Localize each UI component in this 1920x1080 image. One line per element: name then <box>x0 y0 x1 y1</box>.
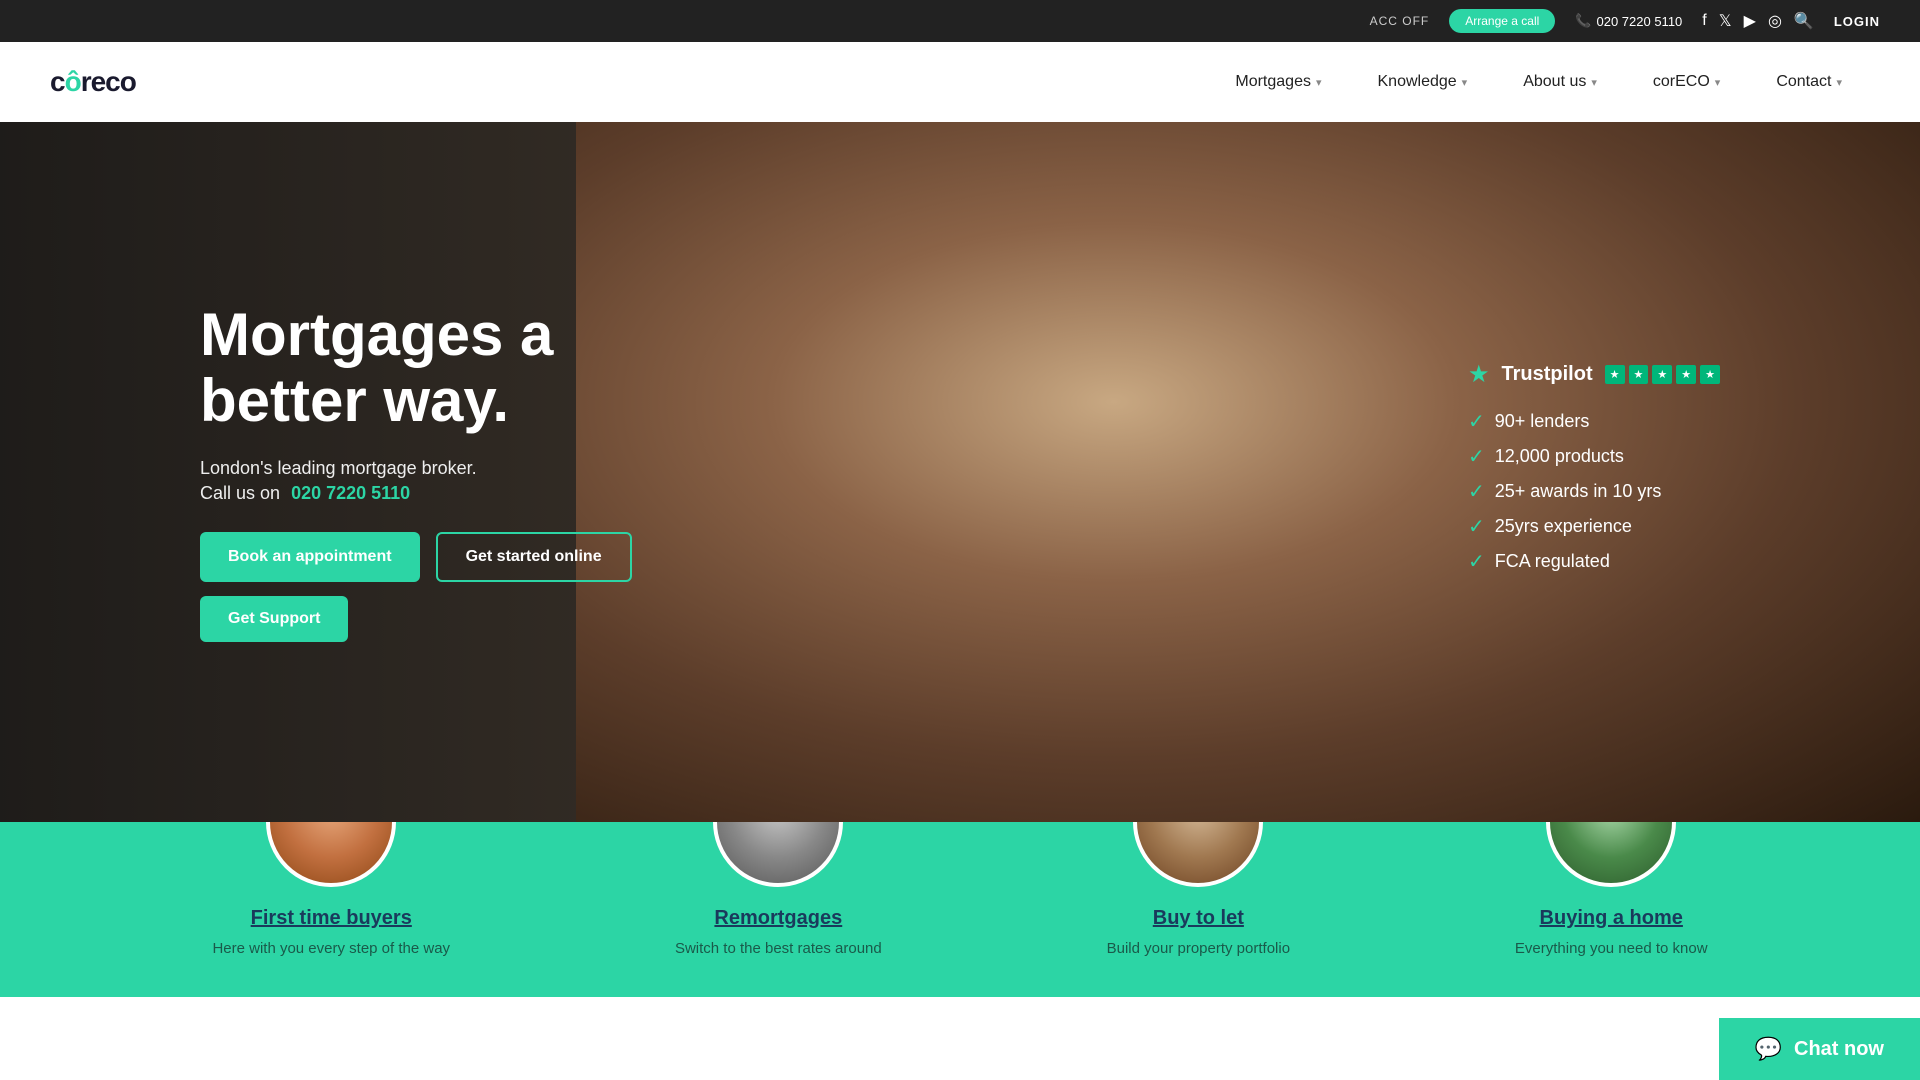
book-appointment-button[interactable]: Book an appointment <box>200 532 420 582</box>
star-1: ★ <box>1605 365 1625 384</box>
nav-contact[interactable]: Contact ▾ <box>1748 42 1870 122</box>
trust-item-experience: ✓ 25yrs experience <box>1468 514 1720 539</box>
top-bar: ACC OFF Arrange a call 📞 020 7220 5110 f… <box>0 0 1920 42</box>
facebook-icon[interactable]: f <box>1702 12 1706 30</box>
star-3: ★ <box>1652 365 1672 384</box>
check-icon: ✓ <box>1468 514 1485 539</box>
chevron-down-icon: ▾ <box>1316 76 1322 89</box>
chevron-down-icon: ▾ <box>1462 76 1468 89</box>
get-support-button[interactable]: Get Support <box>200 596 348 642</box>
instagram-icon[interactable]: ◎ <box>1768 11 1782 31</box>
hero-call-us: Call us on 020 7220 5110 <box>200 483 640 504</box>
trust-item-fca: ✓ FCA regulated <box>1468 549 1720 574</box>
hero-buttons-row1: Book an appointment Get started online <box>200 532 640 582</box>
category-buy-to-let[interactable]: Buy to let Build your property portfolio <box>1107 822 1290 957</box>
main-nav: côreco Mortgages ▾ Knowledge ▾ About us … <box>0 42 1920 122</box>
nav-coreco[interactable]: corECO ▾ <box>1625 42 1748 122</box>
arrange-call-button[interactable]: Arrange a call <box>1449 9 1555 33</box>
star-5: ★ <box>1700 365 1720 384</box>
logo-c: c <box>50 66 65 97</box>
nav-knowledge[interactable]: Knowledge ▾ <box>1350 42 1496 122</box>
get-started-button[interactable]: Get started online <box>436 532 632 582</box>
check-icon: ✓ <box>1468 479 1485 504</box>
trust-item-products: ✓ 12,000 products <box>1468 444 1720 469</box>
hero-buttons-row2: Get Support <box>200 596 640 642</box>
login-button[interactable]: LOGIN <box>1834 14 1880 29</box>
chat-widget[interactable]: 💬 Chat now <box>1719 1018 1920 1080</box>
categories-section: First time buyers Here with you every st… <box>0 822 1920 997</box>
buying-home-title: Buying a home <box>1540 907 1683 930</box>
twitter-icon[interactable]: 𝕏 <box>1719 11 1732 31</box>
trust-item-awards: ✓ 25+ awards in 10 yrs <box>1468 479 1720 504</box>
star-2: ★ <box>1629 365 1649 384</box>
first-time-buyers-title: First time buyers <box>251 907 412 930</box>
trustpilot-star-icon: ★ <box>1468 360 1490 389</box>
trustpilot-row: ★ Trustpilot ★ ★ ★ ★ ★ <box>1468 360 1720 389</box>
acc-off-label: ACC OFF <box>1370 14 1430 28</box>
top-phone: 📞 020 7220 5110 <box>1575 13 1682 29</box>
logo[interactable]: côreco <box>50 66 136 98</box>
check-icon: ✓ <box>1468 549 1485 574</box>
trustpilot-stars: ★ ★ ★ ★ ★ <box>1605 365 1720 384</box>
category-remortgages[interactable]: Remortgages Switch to the best rates aro… <box>675 822 882 957</box>
youtube-icon[interactable]: ▶ <box>1744 11 1756 31</box>
buy-to-let-title: Buy to let <box>1153 907 1244 930</box>
nav-links: Mortgages ▾ Knowledge ▾ About us ▾ corEC… <box>1207 42 1870 122</box>
category-first-time-buyers[interactable]: First time buyers Here with you every st… <box>212 822 450 957</box>
category-buying-home[interactable]: Buying a home Everything you need to kno… <box>1515 822 1708 957</box>
chevron-down-icon: ▾ <box>1715 76 1721 89</box>
hero-phone[interactable]: 020 7220 5110 <box>291 483 410 503</box>
remortgages-desc: Switch to the best rates around <box>675 940 882 957</box>
trustpilot-label: Trustpilot <box>1502 363 1593 386</box>
chat-label: Chat now <box>1794 1038 1884 1061</box>
trust-item-lenders: ✓ 90+ lenders <box>1468 409 1720 434</box>
hero-subtitle: London's leading mortgage broker. <box>200 458 640 479</box>
hero-section: Mortgages a better way. London's leading… <box>0 122 1920 822</box>
remortgages-title: Remortgages <box>714 907 842 930</box>
logo-text: côreco <box>50 66 136 98</box>
chat-icon: 💬 <box>1755 1036 1782 1062</box>
check-icon: ✓ <box>1468 444 1485 469</box>
check-icon: ✓ <box>1468 409 1485 434</box>
hero-title: Mortgages a better way. <box>200 302 640 434</box>
nav-about-us[interactable]: About us ▾ <box>1495 42 1625 122</box>
buying-home-desc: Everything you need to know <box>1515 940 1708 957</box>
nav-mortgages[interactable]: Mortgages ▾ <box>1207 42 1349 122</box>
buy-to-let-desc: Build your property portfolio <box>1107 940 1290 957</box>
first-time-buyers-desc: Here with you every step of the way <box>212 940 450 957</box>
social-icons: f 𝕏 ▶ ◎ 🔍 <box>1702 11 1814 31</box>
star-4: ★ <box>1676 365 1696 384</box>
hero-content: Mortgages a better way. London's leading… <box>0 302 700 642</box>
trust-panel: ★ Trustpilot ★ ★ ★ ★ ★ ✓ 90+ lenders ✓ 1… <box>1468 360 1720 584</box>
chevron-down-icon: ▾ <box>1836 76 1842 89</box>
search-icon[interactable]: 🔍 <box>1794 11 1814 31</box>
phone-icon: 📞 <box>1575 13 1591 29</box>
chevron-down-icon: ▾ <box>1591 76 1597 89</box>
